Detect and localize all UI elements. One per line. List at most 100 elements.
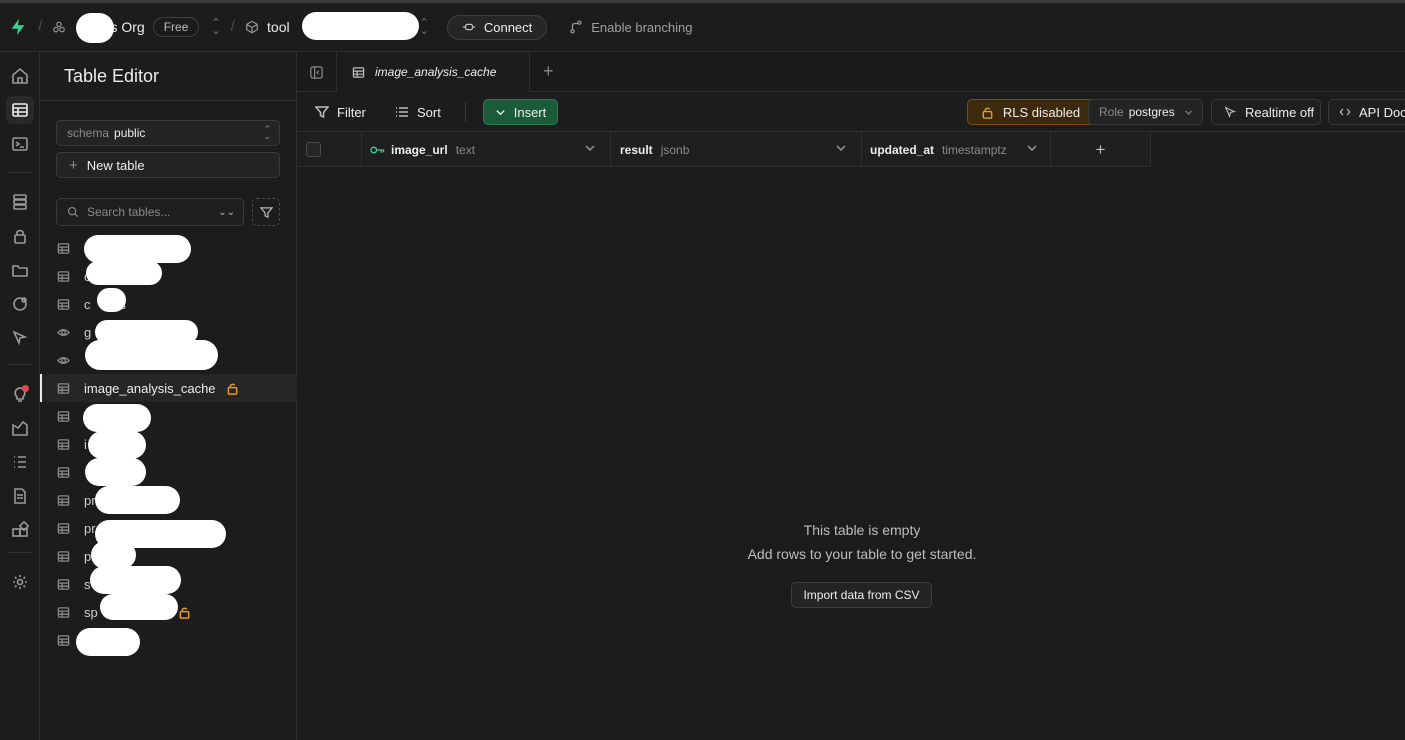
- unlock-icon: [982, 107, 993, 119]
- collapse-sidebar-button[interactable]: [297, 52, 337, 92]
- integrations-icon[interactable]: [6, 516, 34, 544]
- add-tab-plus-icon[interactable]: +: [543, 61, 554, 82]
- supabase-logo-icon[interactable]: [8, 17, 28, 37]
- sidebar-table-item[interactable]: [40, 402, 297, 430]
- rail-divider: [8, 172, 32, 173]
- sort-label: Sort: [417, 104, 441, 120]
- logs-icon[interactable]: [6, 448, 34, 476]
- redaction: [100, 594, 178, 620]
- search-placeholder: Search tables...: [87, 205, 171, 219]
- redaction: [85, 340, 218, 370]
- table-name: pr: [84, 492, 96, 508]
- project-switch-chevron-icon[interactable]: ⌃ ⌄: [420, 18, 429, 37]
- role-selector[interactable]: Role postgres: [1088, 99, 1203, 125]
- table-icon: [56, 605, 70, 619]
- column-header-updated-at[interactable]: updated_at timestamptz: [862, 132, 1051, 167]
- redaction: [88, 431, 146, 459]
- chevron-down-icon[interactable]: [584, 142, 596, 157]
- tab-bar: image_analysis_cache +: [297, 52, 1405, 92]
- column-type: jsonb: [660, 142, 690, 157]
- search-icon: [67, 206, 79, 218]
- sidebar-table-item[interactable]: image_analysis_cache: [40, 374, 297, 402]
- sidebar-table-item[interactable]: [40, 458, 297, 486]
- table-icon: [56, 409, 70, 423]
- tab-image-analysis-cache[interactable]: image_analysis_cache: [338, 52, 530, 92]
- notification-dot: [22, 385, 29, 392]
- column-header-image-url[interactable]: image_url text: [362, 132, 611, 167]
- schema-value: public: [114, 126, 146, 140]
- plus-icon: +: [69, 156, 78, 174]
- schema-label: schema: [67, 126, 110, 140]
- auth-icon[interactable]: [6, 222, 34, 250]
- settings-gear-icon[interactable]: [6, 568, 34, 596]
- insert-button[interactable]: Insert: [483, 99, 558, 125]
- sidebar-table-item[interactable]: c: [40, 262, 297, 290]
- import-csv-button[interactable]: Import data from CSV: [791, 582, 932, 608]
- chevron-down-icon[interactable]: [1026, 142, 1038, 157]
- database-icon[interactable]: [6, 188, 34, 216]
- git-branch-icon: [570, 20, 582, 34]
- table-icon: [56, 437, 70, 451]
- sort-button[interactable]: Sort: [395, 100, 441, 124]
- sort-list-icon: [396, 107, 408, 117]
- filter-icon: [259, 206, 273, 218]
- sidebar-divider: [40, 100, 297, 101]
- rls-disabled-button[interactable]: RLS disabled: [967, 99, 1094, 125]
- sidebar-table-item[interactable]: i: [40, 430, 297, 458]
- table-icon: [56, 241, 70, 255]
- table-icon: [56, 297, 70, 311]
- table-icon: [56, 493, 70, 507]
- panel-collapse-icon: [310, 65, 323, 79]
- new-table-button[interactable]: + New table: [56, 152, 280, 178]
- enable-branching-button[interactable]: Enable branching: [569, 20, 692, 35]
- edge-functions-icon[interactable]: [6, 290, 34, 318]
- filter-button[interactable]: Filter: [315, 100, 366, 124]
- column-type: timestamptz: [942, 142, 1007, 157]
- branching-label: Enable branching: [591, 19, 693, 35]
- nav-rail: [0, 52, 40, 740]
- rls-unlocked-icon: [226, 382, 239, 395]
- redaction: [302, 12, 419, 40]
- rls-unlocked-icon: [178, 606, 191, 619]
- sql-editor-icon[interactable]: [6, 130, 34, 158]
- plus-icon: +: [1095, 139, 1106, 159]
- connect-button[interactable]: Connect: [446, 14, 548, 40]
- column-header-result[interactable]: result jsonb: [611, 132, 862, 167]
- search-tables-input[interactable]: Search tables... ⌄⌄: [56, 198, 244, 226]
- chevron-down-icon[interactable]: [835, 142, 847, 157]
- advisors-icon[interactable]: [6, 380, 34, 408]
- filter-icon: [315, 106, 329, 119]
- schema-selector[interactable]: schema public ⌃ ⌄: [56, 120, 280, 146]
- role-label: Role: [1099, 105, 1124, 119]
- home-icon[interactable]: [6, 62, 34, 90]
- redaction: [83, 404, 151, 432]
- redaction: [97, 288, 126, 312]
- org-switch-chevron-icon[interactable]: ⌃ ⌄: [211, 18, 220, 37]
- connect-label: Connect: [483, 19, 533, 35]
- api-docs-label: API Docs: [1359, 104, 1405, 120]
- redaction: [76, 628, 140, 656]
- realtime-off-button[interactable]: Realtime off: [1211, 99, 1321, 125]
- reports-icon[interactable]: [6, 414, 34, 442]
- chevrons-down-icon[interactable]: ⌄⌄: [218, 207, 235, 218]
- api-docs-button[interactable]: API Docs: [1328, 99, 1405, 125]
- select-all-checkbox[interactable]: [306, 142, 321, 157]
- table-icon: [56, 465, 70, 479]
- table-editor-icon[interactable]: [6, 96, 34, 124]
- sidebar-table-item[interactable]: c ns: [40, 290, 297, 318]
- api-docs-icon[interactable]: [6, 482, 34, 510]
- code-brackets-icon: [1339, 108, 1351, 116]
- empty-subtitle: Add rows to your table to get started.: [747, 546, 977, 562]
- rail-divider: [8, 552, 32, 553]
- sidebar-title: Table Editor: [64, 66, 160, 86]
- add-column-button[interactable]: +: [1051, 132, 1151, 167]
- redaction: [84, 235, 191, 263]
- realtime-icon[interactable]: [6, 324, 34, 352]
- filter-tables-button[interactable]: [252, 198, 280, 226]
- rail-divider: [8, 364, 32, 365]
- tab-label: image_analysis_cache: [375, 65, 497, 79]
- redaction: [95, 486, 180, 514]
- empty-title: This table is empty: [803, 522, 921, 538]
- storage-icon[interactable]: [6, 256, 34, 284]
- table-name: sp: [84, 604, 98, 620]
